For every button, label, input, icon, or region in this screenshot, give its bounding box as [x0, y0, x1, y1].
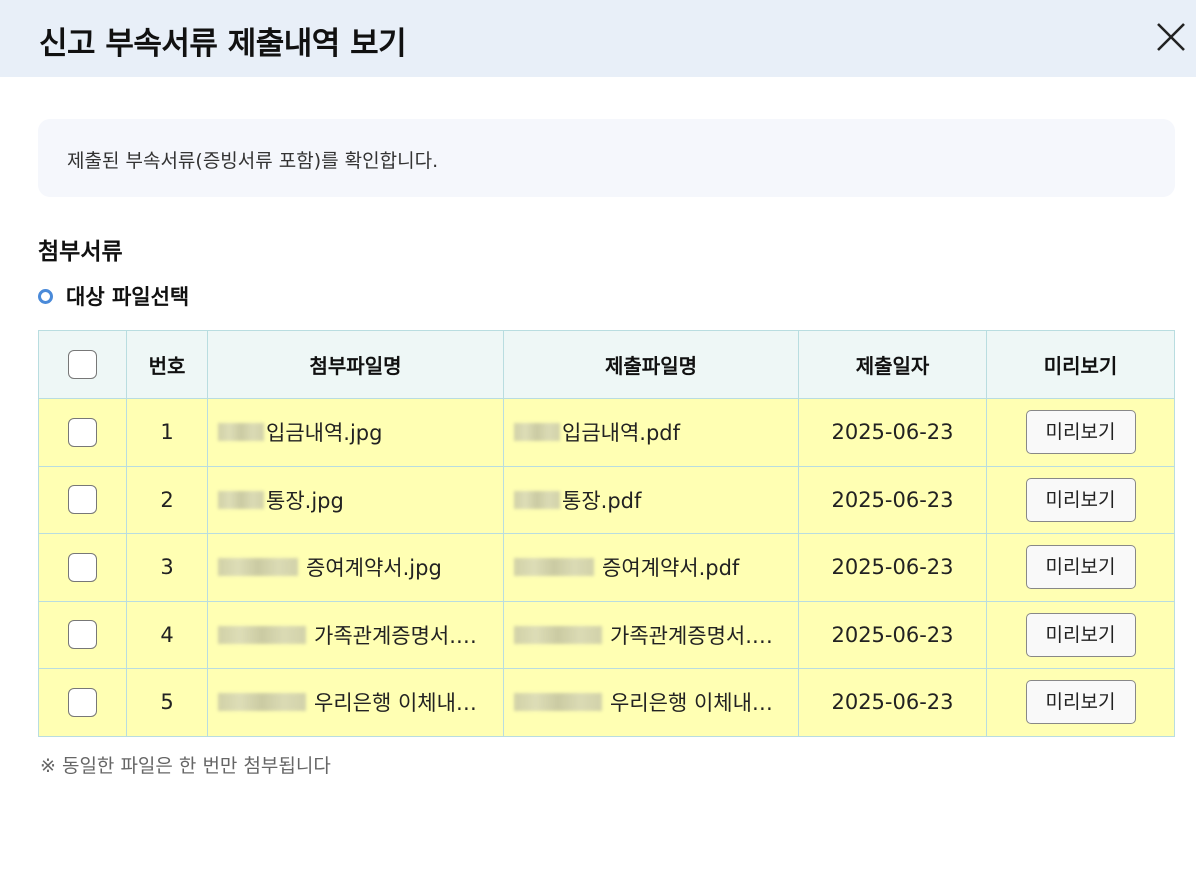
- table-row: 4 가족관계증명서.… 가족관계증명서.… 2025-06-23 미리보기: [38, 600, 1175, 669]
- row-number: 2: [126, 465, 208, 534]
- attach-filename: 가족관계증명서.…: [314, 623, 477, 648]
- redacted-text: [514, 693, 602, 712]
- header-select-all: [38, 330, 127, 399]
- submit-date: 2025-06-23: [798, 533, 987, 602]
- select-all-checkbox[interactable]: [68, 350, 97, 379]
- redacted-text: [514, 490, 560, 509]
- header-preview: 미리보기: [986, 330, 1175, 399]
- row-number: 3: [126, 533, 208, 602]
- submit-date: 2025-06-23: [798, 600, 987, 669]
- attach-filename: 입금내역.jpg: [266, 421, 383, 446]
- attach-filename: 통장.jpg: [266, 488, 344, 513]
- submit-filename: 우리은행 이체내…: [610, 691, 773, 716]
- section-title: 첨부서류: [38, 239, 123, 265]
- header-number: 번호: [126, 330, 208, 399]
- row-number: 4: [126, 600, 208, 669]
- row-select-cell: [38, 668, 127, 737]
- row-number: 5: [126, 668, 208, 737]
- submit-filename: 증여계약서.pdf: [602, 556, 740, 581]
- redacted-text: [218, 423, 264, 442]
- row-checkbox[interactable]: [68, 552, 97, 582]
- submit-name-cell: 통장.pdf: [503, 465, 799, 534]
- table-row: 3 증여계약서.jpg 증여계약서.pdf 2025-06-23 미리보기: [38, 533, 1175, 602]
- table-row: 1 입금내역.jpg 입금내역.pdf 2025-06-23 미리보기: [38, 398, 1175, 467]
- attachment-table: 번호 첨부파일명 제출파일명 제출일자 미리보기 1 입금내역.jpg 입금내역…: [38, 330, 1175, 737]
- dialog-title: 신고 부속서류 제출내역 보기: [39, 26, 407, 62]
- row-number: 1: [126, 398, 208, 467]
- row-checkbox[interactable]: [68, 417, 97, 447]
- preview-button[interactable]: 미리보기: [1025, 612, 1136, 657]
- attach-filename: 우리은행 이체내…: [314, 691, 477, 716]
- row-select-cell: [38, 600, 127, 669]
- row-checkbox[interactable]: [68, 485, 97, 515]
- close-icon[interactable]: [1150, 16, 1192, 58]
- preview-cell: 미리보기: [986, 600, 1175, 669]
- row-select-cell: [38, 533, 127, 602]
- file-select-label: 대상 파일선택: [66, 285, 190, 309]
- submit-name-cell: 증여계약서.pdf: [503, 533, 799, 602]
- attach-name-cell: 증여계약서.jpg: [207, 533, 504, 602]
- redacted-text: [218, 693, 306, 712]
- row-checkbox[interactable]: [68, 620, 97, 650]
- submit-filename: 가족관계증명서.…: [610, 623, 773, 648]
- preview-cell: 미리보기: [986, 668, 1175, 737]
- table-header-row: 번호 첨부파일명 제출파일명 제출일자 미리보기: [38, 330, 1175, 399]
- table-row: 2 통장.jpg 통장.pdf 2025-06-23 미리보기: [38, 465, 1175, 534]
- header-submit-name: 제출파일명: [503, 330, 799, 399]
- preview-cell: 미리보기: [986, 398, 1175, 467]
- attach-filename: 증여계약서.jpg: [306, 556, 442, 581]
- file-select-heading: 대상 파일선택: [38, 283, 189, 309]
- submit-filename: 통장.pdf: [562, 488, 642, 513]
- preview-button[interactable]: 미리보기: [1025, 545, 1136, 590]
- table-row: 5 우리은행 이체내… 우리은행 이체내… 2025-06-23 미리보기: [38, 668, 1175, 737]
- submit-filename: 입금내역.pdf: [562, 421, 681, 446]
- redacted-text: [514, 625, 602, 644]
- attach-name-cell: 입금내역.jpg: [207, 398, 504, 467]
- redacted-text: [514, 558, 594, 577]
- row-select-cell: [38, 398, 127, 467]
- submit-name-cell: 입금내역.pdf: [503, 398, 799, 467]
- header-attach-name: 첨부파일명: [207, 330, 504, 399]
- submit-name-cell: 가족관계증명서.…: [503, 600, 799, 669]
- attach-name-cell: 우리은행 이체내…: [207, 668, 504, 737]
- submit-date: 2025-06-23: [798, 398, 987, 467]
- attach-name-cell: 가족관계증명서.…: [207, 600, 504, 669]
- submit-date: 2025-06-23: [798, 465, 987, 534]
- submit-name-cell: 우리은행 이체내…: [503, 668, 799, 737]
- redacted-text: [218, 490, 264, 509]
- dialog-header: 신고 부속서류 제출내역 보기: [0, 0, 1196, 77]
- preview-cell: 미리보기: [986, 465, 1175, 534]
- attach-name-cell: 통장.jpg: [207, 465, 504, 534]
- header-date: 제출일자: [798, 330, 987, 399]
- info-box: 제출된 부속서류(증빙서류 포함)를 확인합니다.: [38, 119, 1175, 197]
- duplicate-file-note: ※ 동일한 파일은 한 번만 첨부됩니다: [40, 755, 331, 777]
- row-checkbox[interactable]: [68, 687, 97, 717]
- redacted-text: [218, 625, 306, 644]
- redacted-text: [218, 558, 298, 577]
- preview-button[interactable]: 미리보기: [1025, 410, 1136, 455]
- preview-button[interactable]: 미리보기: [1025, 477, 1136, 522]
- circle-bullet-icon: [38, 288, 53, 304]
- preview-button[interactable]: 미리보기: [1025, 680, 1136, 725]
- info-message: 제출된 부속서류(증빙서류 포함)를 확인합니다.: [67, 150, 439, 172]
- row-select-cell: [38, 465, 127, 534]
- redacted-text: [514, 423, 560, 442]
- submit-date: 2025-06-23: [798, 668, 987, 737]
- preview-cell: 미리보기: [986, 533, 1175, 602]
